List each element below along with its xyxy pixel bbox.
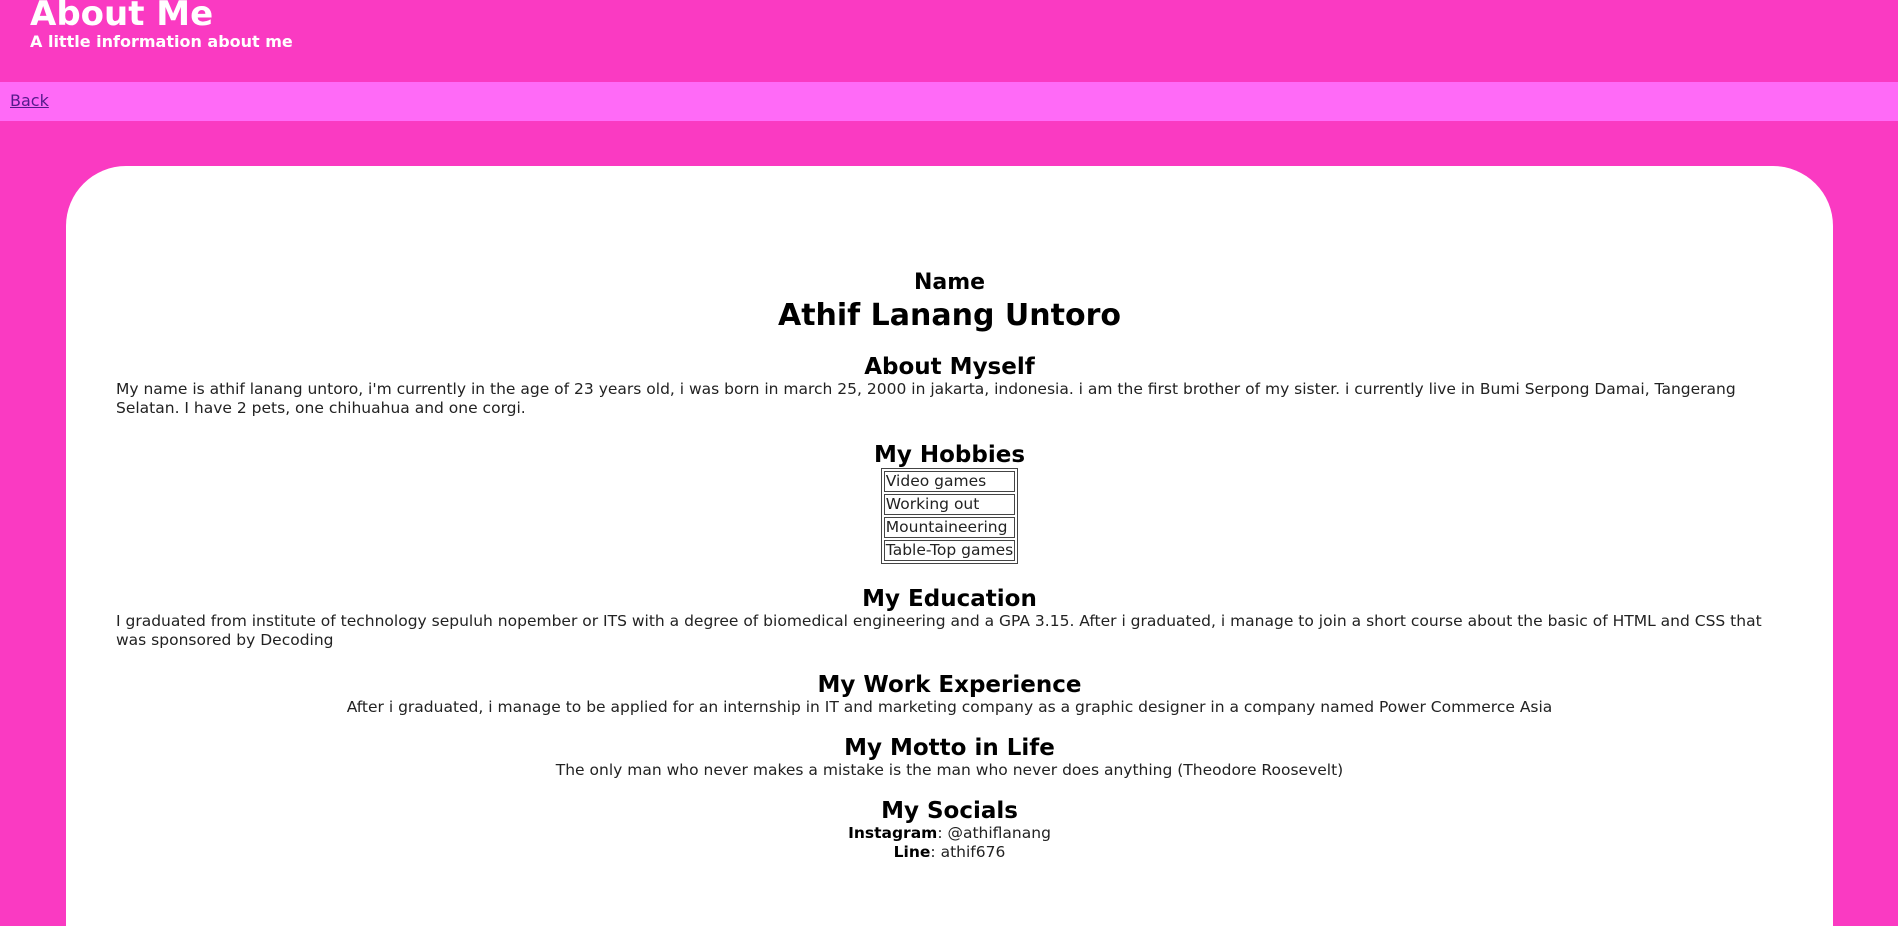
table-row: Working out bbox=[883, 494, 1016, 515]
back-link[interactable]: Back bbox=[10, 91, 49, 110]
work-text: After i graduated, i manage to be applie… bbox=[346, 698, 1553, 716]
socials-heading: My Socials bbox=[881, 798, 1018, 824]
table-row: Table-Top games bbox=[883, 540, 1016, 561]
education-text: I graduated from institute of technology… bbox=[116, 612, 1762, 649]
table-row: Video games bbox=[883, 471, 1016, 492]
name-heading: Name bbox=[913, 270, 986, 295]
hobbies-table: Video games Working out Mountaineering T… bbox=[880, 468, 1019, 564]
page-header: About Me A little information about me bbox=[0, 0, 1898, 82]
page-title: About Me bbox=[30, 0, 214, 34]
line-line: Line: athif676 bbox=[116, 843, 1783, 862]
instagram-handle: : @athiflanang bbox=[937, 824, 1051, 842]
hobby-item: Video games bbox=[883, 471, 1016, 492]
about-text: My name is athif lanang untoro, i'm curr… bbox=[116, 380, 1736, 417]
navbar: Back bbox=[0, 82, 1898, 121]
education-heading: My Education bbox=[862, 586, 1037, 612]
content-body: Name Athif Lanang Untoro About Myself My… bbox=[116, 270, 1783, 862]
line-label: Line bbox=[893, 843, 931, 861]
content-card: Name Athif Lanang Untoro About Myself My… bbox=[66, 166, 1833, 926]
full-name: Athif Lanang Untoro bbox=[777, 298, 1121, 333]
hobby-item: Working out bbox=[883, 494, 1016, 515]
line-handle: : athif676 bbox=[930, 843, 1006, 861]
table-row: Mountaineering bbox=[883, 517, 1016, 538]
hobby-item: Mountaineering bbox=[883, 517, 1016, 538]
hobby-item: Table-Top games bbox=[883, 540, 1016, 561]
motto-heading: My Motto in Life bbox=[844, 735, 1055, 761]
work-heading: My Work Experience bbox=[817, 672, 1082, 698]
hobbies-heading: My Hobbies bbox=[873, 442, 1026, 468]
instagram-label: Instagram bbox=[848, 824, 938, 842]
page-subtitle: A little information about me bbox=[30, 32, 293, 51]
motto-text: The only man who never makes a mistake i… bbox=[555, 761, 1344, 779]
instagram-line: Instagram: @athiflanang bbox=[116, 824, 1783, 843]
about-heading: About Myself bbox=[864, 354, 1035, 380]
